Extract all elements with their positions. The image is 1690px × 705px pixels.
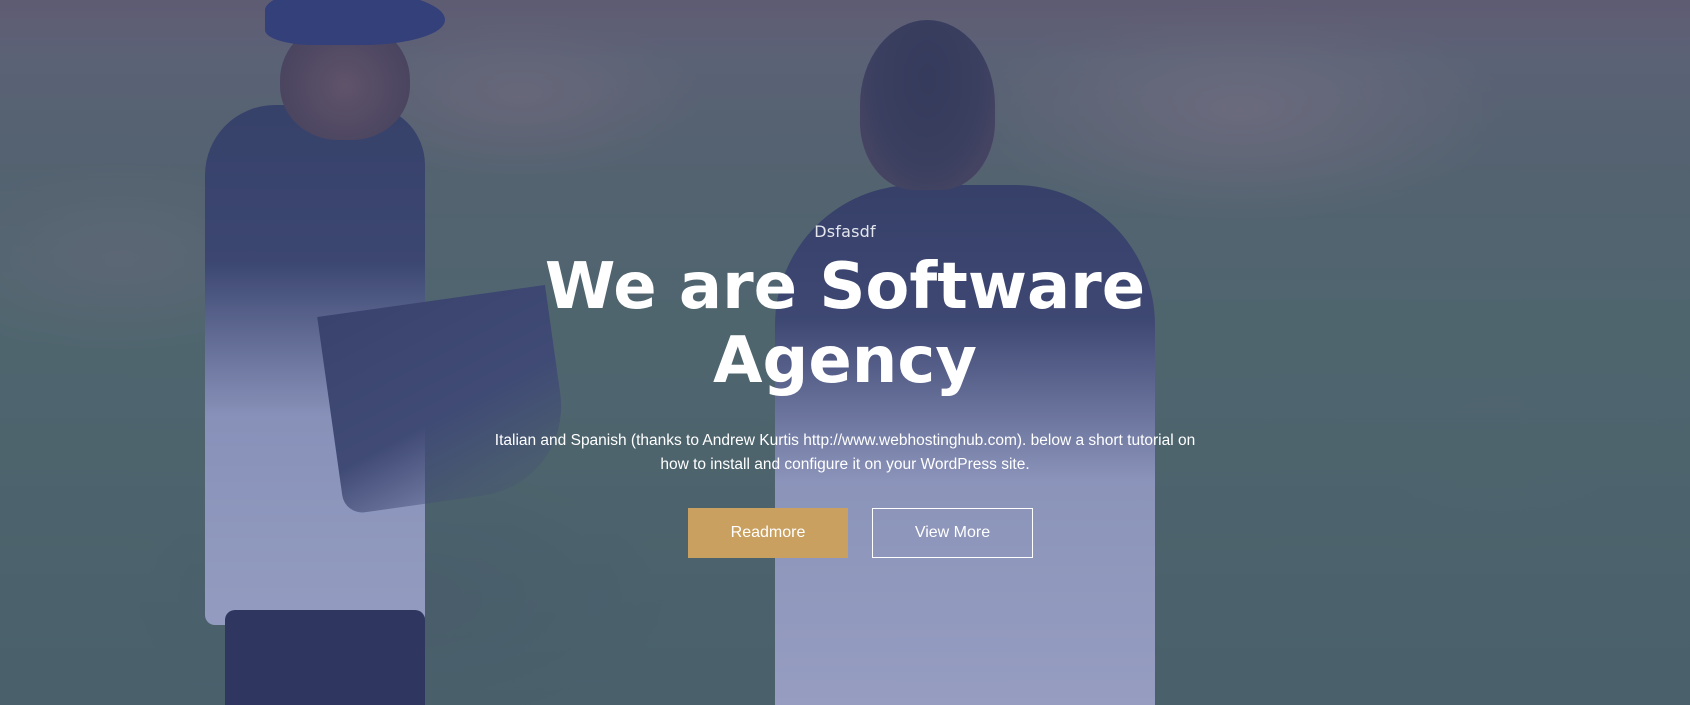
hero-content: Dsfasdf We are Software Agency Italian a… xyxy=(0,0,1690,705)
view-more-button[interactable]: View More xyxy=(872,508,1033,558)
hero-description: Italian and Spanish (thanks to Andrew Ku… xyxy=(494,432,1196,473)
hero-subtitle: Dsfasdf xyxy=(814,222,876,241)
hero-section: Dsfasdf We are Software Agency Italian a… xyxy=(0,0,1690,705)
readmore-button[interactable]: Readmore xyxy=(688,508,848,558)
hero-title: We are Software Agency xyxy=(544,250,1146,398)
